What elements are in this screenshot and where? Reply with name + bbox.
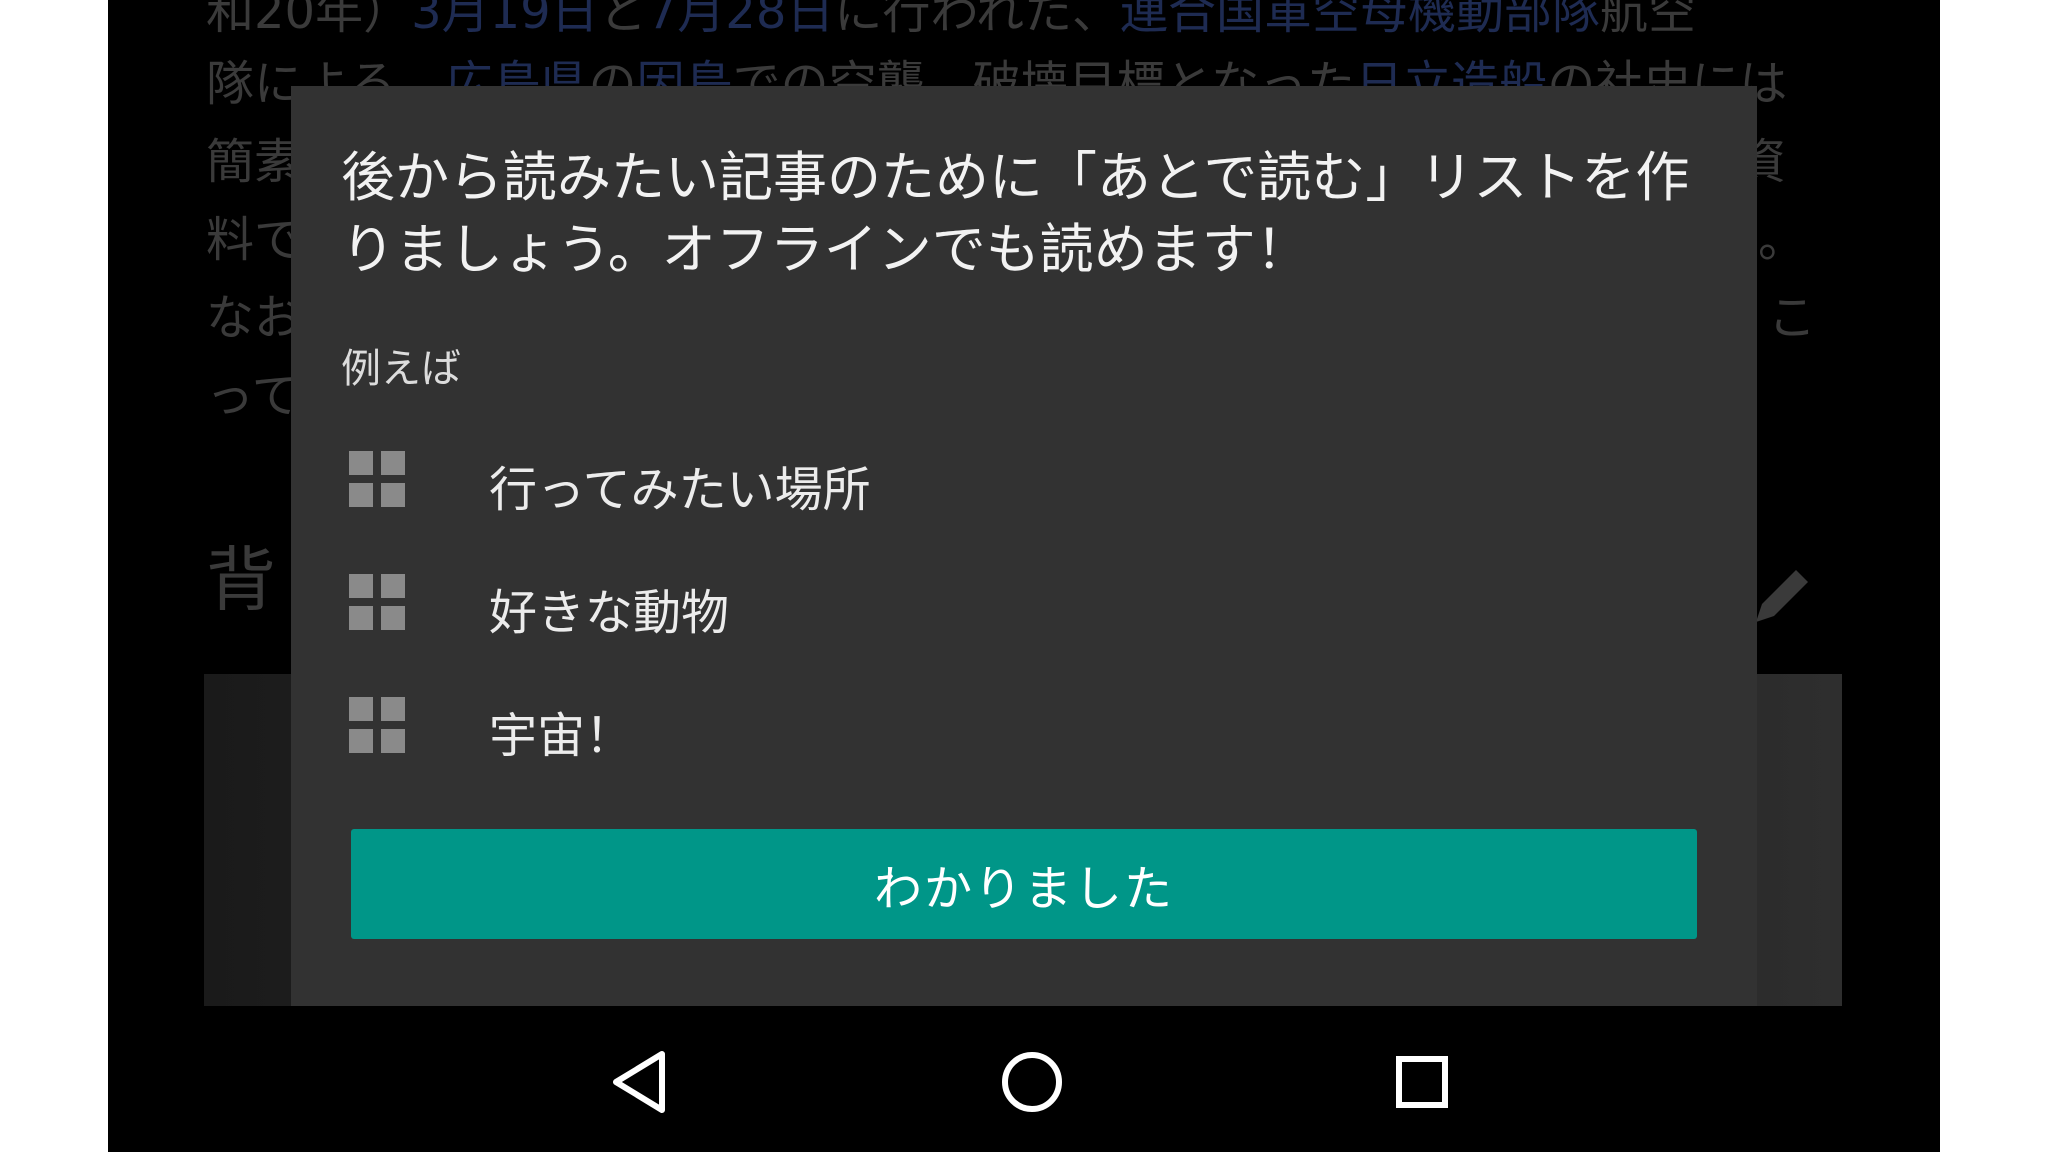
article-text: なお <box>206 290 303 346</box>
grid-icon <box>349 451 405 507</box>
grid-icon <box>349 574 405 630</box>
article-text: って <box>206 368 300 424</box>
section-heading: 背 <box>206 539 276 621</box>
example-label: 宇宙！ <box>489 708 634 764</box>
edit-pencil-icon <box>1756 570 1808 622</box>
navigation-bar <box>108 1006 1940 1152</box>
got-it-button[interactable]: わかりました <box>351 829 1697 939</box>
dialog-subtitle: 例えば <box>341 346 461 392</box>
article-line: って <box>206 368 300 424</box>
article-fragment: 。 <box>1758 212 1807 268</box>
article-text: に行われた、 <box>834 0 1120 40</box>
example-label: 行ってみたい場所 <box>489 462 871 518</box>
recents-square-icon[interactable] <box>1382 1042 1462 1122</box>
article-text: 和20年） <box>206 0 412 40</box>
article-line: 簡素 <box>206 134 302 190</box>
example-item: 行ってみたい場所 <box>341 444 1241 518</box>
home-circle-icon[interactable] <box>992 1042 1072 1122</box>
article-link[interactable]: 連合国軍空母機動部隊 <box>1120 0 1600 40</box>
article-line: なお <box>206 290 302 346</box>
reading-list-onboarding-dialog: 後から読みたい記事のために「あとで読む」リストを作りましょう。オフラインでも読め… <box>291 86 1757 1006</box>
article-fragment: こ <box>1768 290 1817 346</box>
article-link[interactable]: 7月28日 <box>647 0 835 40</box>
article-text: 簡素 <box>206 134 303 190</box>
article-text: 料で <box>206 212 303 268</box>
example-label: 好きな動物 <box>489 585 730 641</box>
phone-screen: 和20年）3月19日と7月28日に行われた、連合国軍空母機動部隊航空 隊による、… <box>108 0 1940 1152</box>
article-link[interactable]: 3月19日 <box>411 0 599 40</box>
dialog-title: 後から読みたい記事のために「あとで読む」リストを作りましょう。オフラインでも読め… <box>341 146 1690 281</box>
article-line: 和20年）3月19日と7月28日に行われた、連合国軍空母機動部隊航空 <box>206 0 1696 40</box>
grid-icon <box>349 697 405 753</box>
article-text: と <box>598 0 647 40</box>
example-item: 好きな動物 <box>341 567 1241 641</box>
article-text: 航空 <box>1599 0 1696 40</box>
example-item: 宇宙！ <box>341 690 1241 764</box>
article-line: 料で <box>206 212 302 268</box>
back-triangle-icon[interactable] <box>602 1042 682 1122</box>
